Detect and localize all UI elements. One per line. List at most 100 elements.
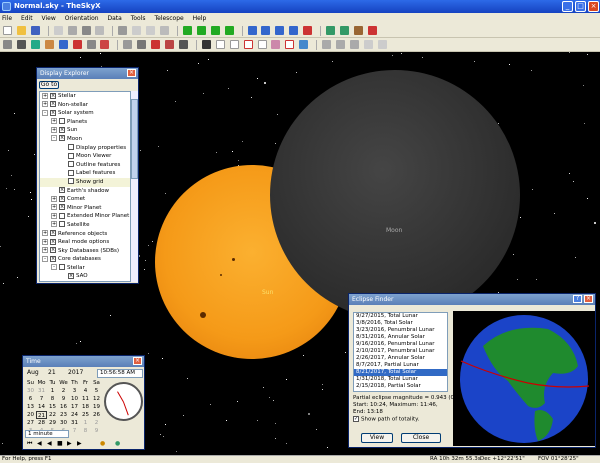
year-field[interactable]: 2017 [68,369,83,376]
calendar-day[interactable]: 20 [25,411,36,419]
eclipse-list-item[interactable]: 9/16/2016, Penumbral Lunar [354,341,447,348]
tree-checkbox[interactable] [68,169,74,176]
paste-icon[interactable] [67,26,77,35]
tree-checkbox[interactable] [68,178,74,185]
tree-item[interactable]: Display properties [40,144,130,153]
record-icon[interactable] [100,40,110,49]
display-explorer-close-button[interactable]: × [127,69,136,77]
filter-icon[interactable] [349,40,359,49]
calendar-day[interactable]: 11 [80,395,91,403]
tree-checkbox[interactable] [59,212,65,219]
ecliptic-icon[interactable] [299,40,309,49]
eclipse-list-item[interactable]: 8/31/2016, Annular Solar [354,334,447,341]
tree-expander[interactable]: - [51,264,57,271]
explorer-scrollbar[interactable] [131,91,138,282]
tree-checkbox[interactable] [68,152,74,159]
calendar-day[interactable]: 28 [36,419,47,427]
eclipse-finder-close-icon[interactable]: × [584,295,593,303]
moon-disk[interactable] [270,70,520,320]
close-button[interactable]: × [588,1,599,12]
calendar-day[interactable]: 16 [58,403,69,411]
tree-item[interactable]: Outline features [40,161,130,170]
calendar-day[interactable]: 18 [80,403,91,411]
stop-icon[interactable] [72,40,82,49]
eclipse-list-item[interactable]: 1/31/2018, Total Lunar [354,376,447,383]
calendar-day[interactable]: 13 [25,403,36,411]
calendar-day[interactable]: 26 [91,411,102,419]
tree-checkbox[interactable] [59,221,65,228]
time-step-select[interactable]: 1 minute [25,430,69,438]
tree-checkbox[interactable]: × [50,255,56,262]
tree-item[interactable]: Moon Viewer [40,152,130,161]
calendar-day[interactable]: 29 [47,419,58,427]
tree-item[interactable]: + Extended Minor Planet [40,212,130,221]
tree-expander[interactable]: + [51,204,57,211]
tree-item[interactable]: - × Core databases [40,255,130,264]
earth-icon[interactable] [30,40,40,49]
tree-item[interactable]: + × Comet [40,195,130,204]
camera-icon[interactable] [123,40,133,49]
tree-expander[interactable]: + [51,118,57,125]
eclipse-list-item[interactable]: 8/7/2017, Partial Lunar [354,362,447,369]
tree-expander[interactable]: + [42,101,48,108]
calendar-day[interactable]: 1 [80,419,91,427]
menu-data[interactable]: Data [107,15,121,22]
tree-checkbox[interactable] [59,118,65,125]
west-icon[interactable] [289,26,299,35]
tree-item[interactable]: - × Moon [40,135,130,144]
menu-help[interactable]: Help [193,15,207,22]
tree-checkbox[interactable] [59,264,65,271]
tree-checkbox[interactable]: × [50,230,56,236]
tree-item[interactable]: + × Non-stellar [40,101,130,110]
tree-expander[interactable]: - [42,109,48,116]
tree-expander[interactable]: - [42,255,48,262]
tree-checkbox[interactable]: × [59,204,65,211]
tree-checkbox[interactable]: × [59,195,65,202]
tree-checkbox[interactable]: × [68,272,74,279]
menu-view[interactable]: View [42,15,56,22]
calendar-day[interactable]: 15 [47,403,58,411]
stop-icon[interactable]: ■ [57,440,63,447]
calendar-day[interactable]: 2 [91,419,102,427]
calendar-day[interactable]: 22 [47,411,58,419]
calendar-day[interactable]: 17 [69,403,80,411]
calendar-grid[interactable]: Su Mo Tu We Th Fr Sa 30 31 1 2 3 4 5 6 7 8 9 10 11 12 13 14 15 1… [25,379,103,435]
tree-checkbox[interactable]: × [50,247,56,254]
calendar-day[interactable]: 6 [25,395,36,403]
constellation-icon[interactable] [271,40,281,49]
south-icon[interactable] [261,26,271,35]
crosshair-icon[interactable] [215,40,225,49]
arrow-up-icon[interactable] [182,26,192,35]
calendar-day[interactable]: 2 [58,387,69,395]
observatory-icon[interactable] [377,40,387,49]
maximize-button[interactable]: □ [575,1,586,12]
arrow-left-icon[interactable] [210,26,220,35]
tree-expander[interactable]: + [51,212,57,219]
dome-icon[interactable] [137,40,147,49]
tree-checkbox[interactable] [68,161,74,168]
eclipse-list-item[interactable]: 2/15/2018, Partial Solar [354,383,447,390]
calendar-day[interactable]: 31 [69,419,80,427]
tree-expander[interactable]: + [42,247,48,254]
scope-icon[interactable] [326,26,336,35]
tree-expander[interactable]: + [42,238,48,245]
tree-item[interactable]: × SAO [40,272,130,281]
month-field[interactable]: Aug [27,369,39,376]
planet-icon[interactable] [44,40,54,49]
tree-item[interactable]: ×Hipparcos/Tycho [40,281,130,282]
tree-expander[interactable]: + [51,221,57,228]
tree-item[interactable]: - Stellar [40,264,130,273]
tree-expander[interactable]: - [51,135,57,142]
calendar-day[interactable]: 7 [69,427,80,435]
tree-item[interactable]: + × Sky Databases (SDBs) [40,247,130,256]
sync-icon[interactable] [353,26,363,35]
tree-checkbox[interactable]: × [59,187,65,194]
mirror-icon[interactable] [243,40,253,49]
tree-checkbox[interactable]: × [50,109,56,116]
tree-item[interactable]: + × Real mode options [40,238,130,247]
step-forward-icon[interactable]: ▶ [77,440,82,447]
bus-icon[interactable] [151,40,161,49]
arrow-right-icon[interactable] [224,26,234,35]
tree-checkbox[interactable]: × [50,238,56,245]
zoom-box-icon[interactable] [160,26,170,35]
